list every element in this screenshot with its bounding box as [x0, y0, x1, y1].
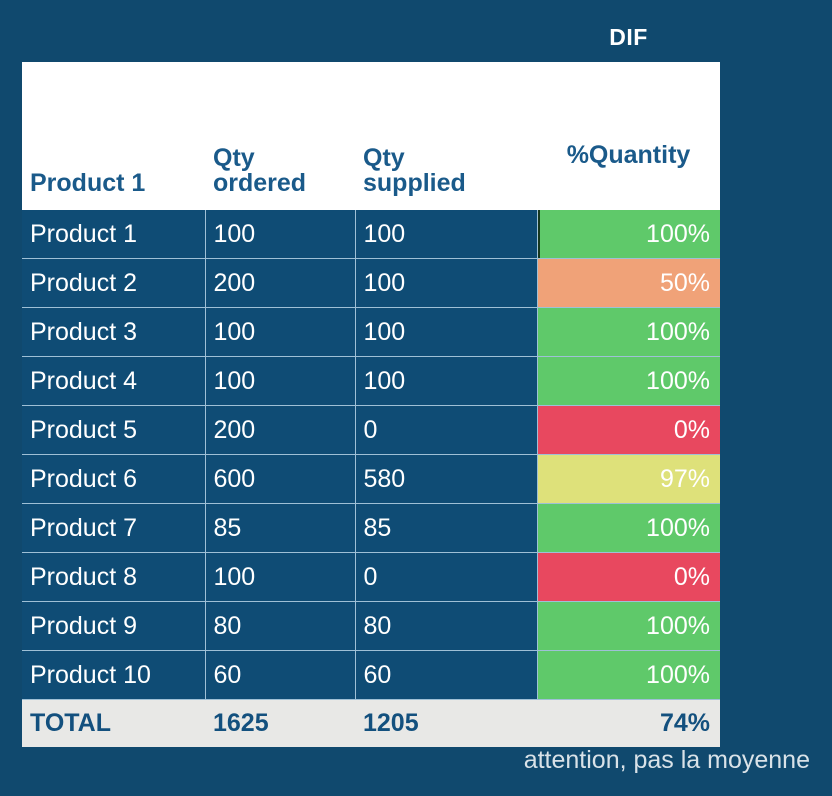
cell-product-name[interactable]: Product 4	[22, 356, 206, 406]
cell-percent-quantity[interactable]: 100%	[537, 356, 720, 406]
table-row: Product 3 100 100 100%	[22, 307, 720, 357]
table-row: Product 9 80 80 100%	[22, 601, 720, 651]
total-label[interactable]: TOTAL	[22, 699, 205, 747]
header-cell-supplied[interactable]: Qty supplied	[355, 62, 537, 210]
cell-product-name[interactable]: Product 7	[22, 503, 206, 553]
total-ordered[interactable]: 1625	[205, 699, 355, 747]
table-row: Product 5 200 0 0%	[22, 405, 720, 455]
cell-percent-quantity[interactable]: 97%	[537, 454, 720, 504]
spreadsheet-table: Product 1 Qty ordered Qty supplied %Quan…	[22, 62, 720, 747]
table-footer: TOTAL 1625 1205 74%	[22, 699, 720, 747]
dif-table: Product 1 Qty ordered Qty supplied %Quan…	[22, 62, 720, 747]
cell-product-name[interactable]: Product 9	[22, 601, 206, 651]
dif-label: DIF	[609, 24, 648, 50]
cell-qty-ordered[interactable]: 85	[204, 503, 356, 553]
cell-qty-supplied[interactable]: 85	[354, 503, 538, 553]
cell-qty-supplied[interactable]: 100	[354, 356, 538, 406]
cell-product-name[interactable]: Product 10	[22, 650, 206, 700]
cell-percent-quantity[interactable]: 0%	[537, 405, 720, 455]
cell-qty-ordered[interactable]: 200	[204, 258, 356, 308]
cell-percent-quantity[interactable]: 50%	[537, 258, 720, 308]
header-cell-name[interactable]: Product 1	[22, 62, 205, 210]
cell-qty-supplied[interactable]: 0	[354, 552, 538, 602]
cell-product-name[interactable]: Product 6	[22, 454, 206, 504]
cell-percent-quantity[interactable]: 100%	[537, 210, 720, 259]
header-label-percent: %Quantity	[566, 141, 691, 169]
table-body: Product 1 100 100 100% Product 2 200 100 50% Pro…	[22, 210, 720, 700]
cell-qty-ordered[interactable]: 100	[204, 356, 356, 406]
cell-qty-ordered[interactable]: 80	[204, 601, 356, 651]
header-cell-ordered[interactable]: Qty ordered	[205, 62, 355, 210]
header-cell-percent[interactable]: %Quantity	[537, 62, 720, 210]
cell-qty-ordered[interactable]: 600	[204, 454, 356, 504]
cell-qty-supplied[interactable]: 580	[354, 454, 538, 504]
header-label-name: Product 1	[30, 169, 146, 197]
cell-product-name[interactable]: Product 5	[22, 405, 206, 455]
cell-qty-ordered[interactable]: 100	[204, 307, 356, 357]
table-row: Product 2 200 100 50%	[22, 258, 720, 308]
cell-percent-quantity[interactable]: 100%	[537, 503, 720, 553]
cell-qty-ordered[interactable]: 100	[204, 210, 356, 259]
total-supplied[interactable]: 1205	[355, 699, 537, 747]
table-row: Product 1 100 100 100%	[22, 210, 720, 259]
header-label-ordered: Qty ordered	[213, 144, 307, 197]
cell-qty-supplied[interactable]: 100	[354, 258, 538, 308]
table-row: Product 10 60 60 100%	[22, 650, 720, 700]
table-row: Product 7 85 85 100%	[22, 503, 720, 553]
cell-product-name[interactable]: Product 3	[22, 307, 206, 357]
cell-product-name[interactable]: Product 1	[22, 210, 206, 259]
header-row: Product 1 Qty ordered Qty supplied %Quan…	[22, 62, 720, 210]
cell-percent-quantity[interactable]: 100%	[537, 307, 720, 357]
cell-percent-quantity[interactable]: 100%	[537, 650, 720, 700]
cell-product-name[interactable]: Product 2	[22, 258, 206, 308]
footnote-text: attention, pas la moyenne	[523, 746, 810, 774]
total-percent[interactable]: 74%	[537, 699, 720, 747]
cell-qty-ordered[interactable]: 200	[204, 405, 356, 455]
table-header: Product 1 Qty ordered Qty supplied %Quan…	[22, 62, 720, 210]
cell-percent-quantity[interactable]: 0%	[537, 552, 720, 602]
cell-qty-supplied[interactable]: 0	[354, 405, 538, 455]
table-row: Product 8 100 0 0%	[22, 552, 720, 602]
cell-qty-supplied[interactable]: 60	[354, 650, 538, 700]
cell-qty-ordered[interactable]: 100	[204, 552, 356, 602]
cell-qty-supplied[interactable]: 100	[354, 307, 538, 357]
total-row: TOTAL 1625 1205 74%	[22, 699, 720, 747]
cell-qty-supplied[interactable]: 80	[354, 601, 538, 651]
table-row: Product 4 100 100 100%	[22, 356, 720, 406]
cell-qty-ordered[interactable]: 60	[204, 650, 356, 700]
header-label-supplied: Qty supplied	[363, 144, 466, 197]
cell-qty-supplied[interactable]: 100	[354, 210, 538, 259]
cell-product-name[interactable]: Product 8	[22, 552, 206, 602]
cell-percent-quantity[interactable]: 100%	[537, 601, 720, 651]
table-row: Product 6 600 580 97%	[22, 454, 720, 504]
